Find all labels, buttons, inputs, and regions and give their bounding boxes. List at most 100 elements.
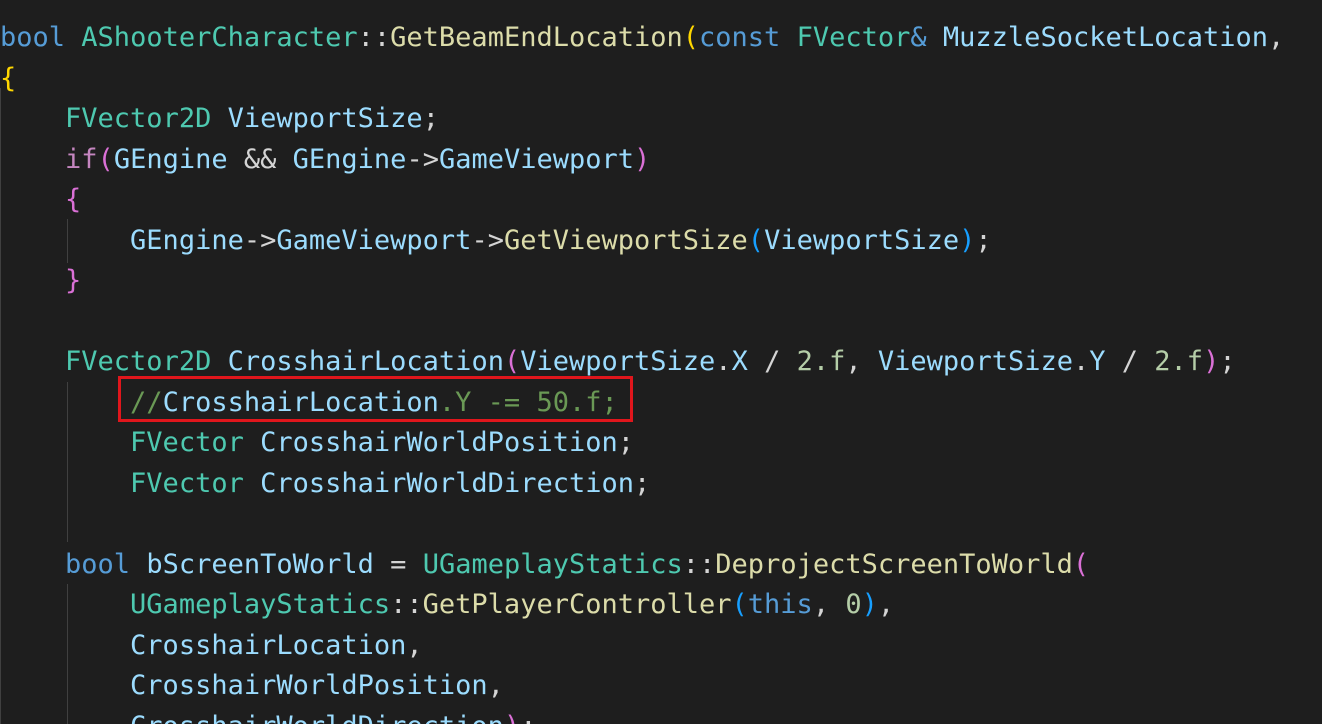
code-token: ( bbox=[682, 22, 700, 53]
code-token: ViewportSize bbox=[764, 224, 960, 256]
code-token: FVector bbox=[796, 22, 911, 53]
code-token: 2.f bbox=[1154, 346, 1204, 377]
code-line[interactable]: } bbox=[0, 261, 81, 301]
code-line[interactable]: bool bScreenToWorld = UGameplayStatics::… bbox=[0, 545, 1089, 585]
code-token: CrosshairWorldDirection bbox=[260, 467, 634, 499]
code-token: / bbox=[1105, 346, 1155, 377]
code-token: ; bbox=[975, 224, 992, 256]
code-line[interactable]: FVector CrosshairWorldPosition; bbox=[0, 423, 634, 463]
code-token: UGameplayStatics bbox=[130, 589, 391, 620]
code-token: , bbox=[812, 589, 846, 620]
code-token: Y bbox=[1089, 346, 1106, 377]
code-token: , bbox=[406, 629, 423, 661]
code-token: X bbox=[731, 346, 748, 377]
code-token: , bbox=[487, 670, 504, 701]
code-line[interactable]: CrosshairWorldDirection); bbox=[0, 707, 536, 724]
code-token: if bbox=[65, 143, 98, 175]
code-line[interactable]: { bbox=[0, 59, 16, 99]
code-token: -> bbox=[406, 143, 439, 175]
code-token: & bbox=[910, 22, 927, 53]
code-line[interactable]: CrosshairLocation, bbox=[0, 626, 423, 666]
code-token: :: bbox=[357, 22, 391, 53]
code-token: // bbox=[130, 386, 163, 418]
code-token: GetBeamEndLocation bbox=[390, 22, 683, 53]
code-line[interactable]: CrosshairWorldPosition, bbox=[0, 666, 504, 706]
code-token: GetPlayerController bbox=[422, 589, 732, 620]
code-line[interactable]: //CrosshairLocation.Y -= 50.f; bbox=[0, 383, 618, 423]
code-token: GetViewportSize bbox=[503, 224, 748, 256]
code-token: AShooterCharacter bbox=[81, 22, 358, 53]
code-token: 2.f bbox=[796, 346, 846, 377]
code-token: ; bbox=[633, 467, 651, 499]
code-token: ( bbox=[503, 346, 521, 377]
code-token: , bbox=[1268, 22, 1285, 53]
code-line[interactable]: FVector2D CrosshairLocation( ViewportSize… bbox=[0, 342, 1236, 382]
code-line[interactable]: GEngine->GameViewport->GetViewportSize(V… bbox=[0, 221, 992, 261]
code-line[interactable]: bool AShooterCharacter::GetBeamEndLocati… bbox=[0, 18, 1284, 58]
code-token: FVector bbox=[130, 467, 244, 499]
code-token: UGameplayStatics bbox=[422, 548, 683, 580]
code-token: :: bbox=[390, 589, 423, 620]
code-token: ; bbox=[1219, 346, 1236, 377]
code-token: , bbox=[877, 589, 895, 620]
code-line[interactable]: { bbox=[0, 180, 81, 220]
code-token: ( bbox=[731, 589, 748, 620]
code-token: GEngine bbox=[130, 224, 244, 256]
code-token: bool bbox=[65, 548, 131, 580]
code-token: ; bbox=[422, 103, 439, 134]
code-token: CrosshairWorldDirection bbox=[130, 711, 504, 724]
code-editor[interactable]: bool AShooterCharacter::GetBeamEndLocati… bbox=[0, 0, 1322, 724]
code-token: . bbox=[1072, 346, 1090, 377]
code-line[interactable]: FVector2D ViewportSize; bbox=[0, 99, 439, 139]
code-token: const bbox=[699, 22, 781, 53]
code-token: MuzzleSocketLocation bbox=[942, 22, 1269, 53]
code-token: CrosshairLocation bbox=[227, 346, 504, 377]
code-token: GameViewport bbox=[276, 224, 472, 256]
code-token: = bbox=[373, 548, 423, 580]
code-token: DeprojectScreenToWorld bbox=[715, 548, 1073, 580]
code-token: && bbox=[227, 143, 293, 175]
code-token: ; bbox=[617, 427, 634, 458]
code-token: FVector2D bbox=[65, 103, 212, 134]
code-token: :: bbox=[682, 548, 716, 580]
code-token: -> bbox=[243, 224, 277, 256]
code-token: ViewportSize bbox=[877, 346, 1073, 377]
code-token: { bbox=[0, 62, 17, 94]
code-line[interactable]: FVector CrosshairWorldDirection; bbox=[0, 464, 650, 504]
code-token: FVector2D bbox=[65, 346, 212, 377]
code-token: / bbox=[747, 346, 797, 377]
code-token: GameViewport bbox=[438, 143, 635, 175]
code-line[interactable]: if(GEngine && GEngine->GameViewport) bbox=[0, 140, 650, 180]
code-token: .Y -= 50.f; bbox=[438, 386, 618, 418]
code-token: CrosshairWorldPosition bbox=[260, 427, 618, 458]
code-token: CrosshairLocation bbox=[162, 386, 439, 418]
code-token: { bbox=[65, 184, 82, 215]
code-token: ) bbox=[1203, 346, 1220, 377]
code-token: . bbox=[715, 346, 732, 377]
code-token: ) bbox=[504, 711, 520, 724]
code-token: ViewportSize bbox=[227, 103, 423, 134]
code-token: } bbox=[65, 265, 82, 296]
code-token: ) bbox=[634, 143, 651, 175]
code-line[interactable]: UGameplayStatics::GetPlayerController(th… bbox=[0, 585, 894, 625]
code-token: ) bbox=[861, 589, 878, 620]
code-token: CrosshairLocation bbox=[130, 629, 407, 661]
code-token: GEngine bbox=[113, 143, 228, 175]
code-token: 0 bbox=[845, 589, 862, 620]
